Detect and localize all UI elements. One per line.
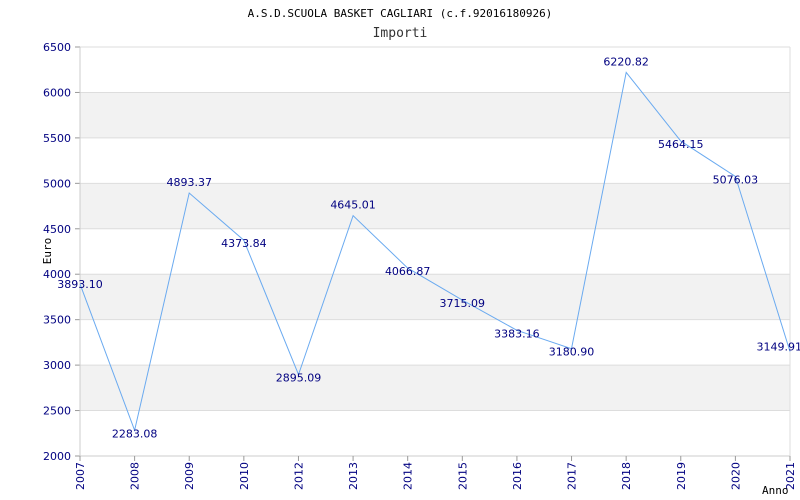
data-label: 4066.87 — [385, 265, 431, 278]
x-tick-labels: 2007 2008 2009 2010 2012 2013 2014 2015 2016 2017… — [74, 456, 797, 490]
data-label: 3383.16 — [494, 327, 540, 340]
y-tick-label: 6000 — [43, 86, 71, 99]
x-tick-label: 2008 — [129, 462, 142, 490]
x-tick-label: 2017 — [566, 462, 579, 490]
data-label: 2283.08 — [112, 427, 158, 440]
y-tick-label: 2000 — [43, 450, 71, 463]
x-tick-label: 2016 — [511, 462, 524, 490]
x-tick-label: 2019 — [675, 462, 688, 490]
data-label: 5464.15 — [658, 138, 704, 151]
grid-band — [80, 365, 790, 411]
x-tick-label: 2018 — [620, 462, 633, 490]
grid-band — [80, 92, 790, 138]
chart-title: A.S.D.SCUOLA BASKET CAGLIARI (c.f.920161… — [248, 7, 553, 20]
x-tick-label: 2013 — [347, 462, 360, 490]
data-label: 3893.10 — [57, 278, 103, 291]
x-tick-label: 2012 — [292, 462, 305, 490]
y-tick-label: 5000 — [43, 177, 71, 190]
y-tick-label: 4500 — [43, 223, 71, 236]
x-tick-label: 2014 — [402, 462, 415, 490]
y-axis-label: Euro — [41, 238, 54, 265]
data-label: 3180.90 — [549, 346, 595, 359]
data-label: 5076.03 — [713, 173, 759, 186]
y-tick-label: 5500 — [43, 132, 71, 145]
data-label: 3149.91 — [757, 340, 800, 353]
x-tick-label: 2009 — [183, 462, 196, 490]
x-tick-label: 2020 — [729, 462, 742, 490]
y-tick-label: 3500 — [43, 314, 71, 327]
y-tick-label: 2500 — [43, 405, 71, 418]
data-label: 2895.09 — [276, 372, 322, 385]
x-tick-label: 2015 — [456, 462, 469, 490]
data-label: 6220.82 — [603, 55, 649, 68]
x-tick-label: 2007 — [74, 462, 87, 490]
data-label: 4893.37 — [166, 176, 212, 189]
y-tick-label: 3000 — [43, 359, 71, 372]
chart-subtitle: Importi — [373, 26, 428, 41]
x-axis-label: Anno — [762, 484, 789, 497]
grid-band — [80, 274, 790, 320]
y-tick-label: 6500 — [43, 41, 71, 54]
data-label: 4373.84 — [221, 237, 267, 250]
x-tick-label: 2010 — [238, 462, 251, 490]
data-label: 3715.09 — [440, 297, 486, 310]
data-label: 4645.01 — [330, 199, 376, 212]
line-chart: 2000250030003500400045005000550060006500… — [41, 7, 800, 497]
